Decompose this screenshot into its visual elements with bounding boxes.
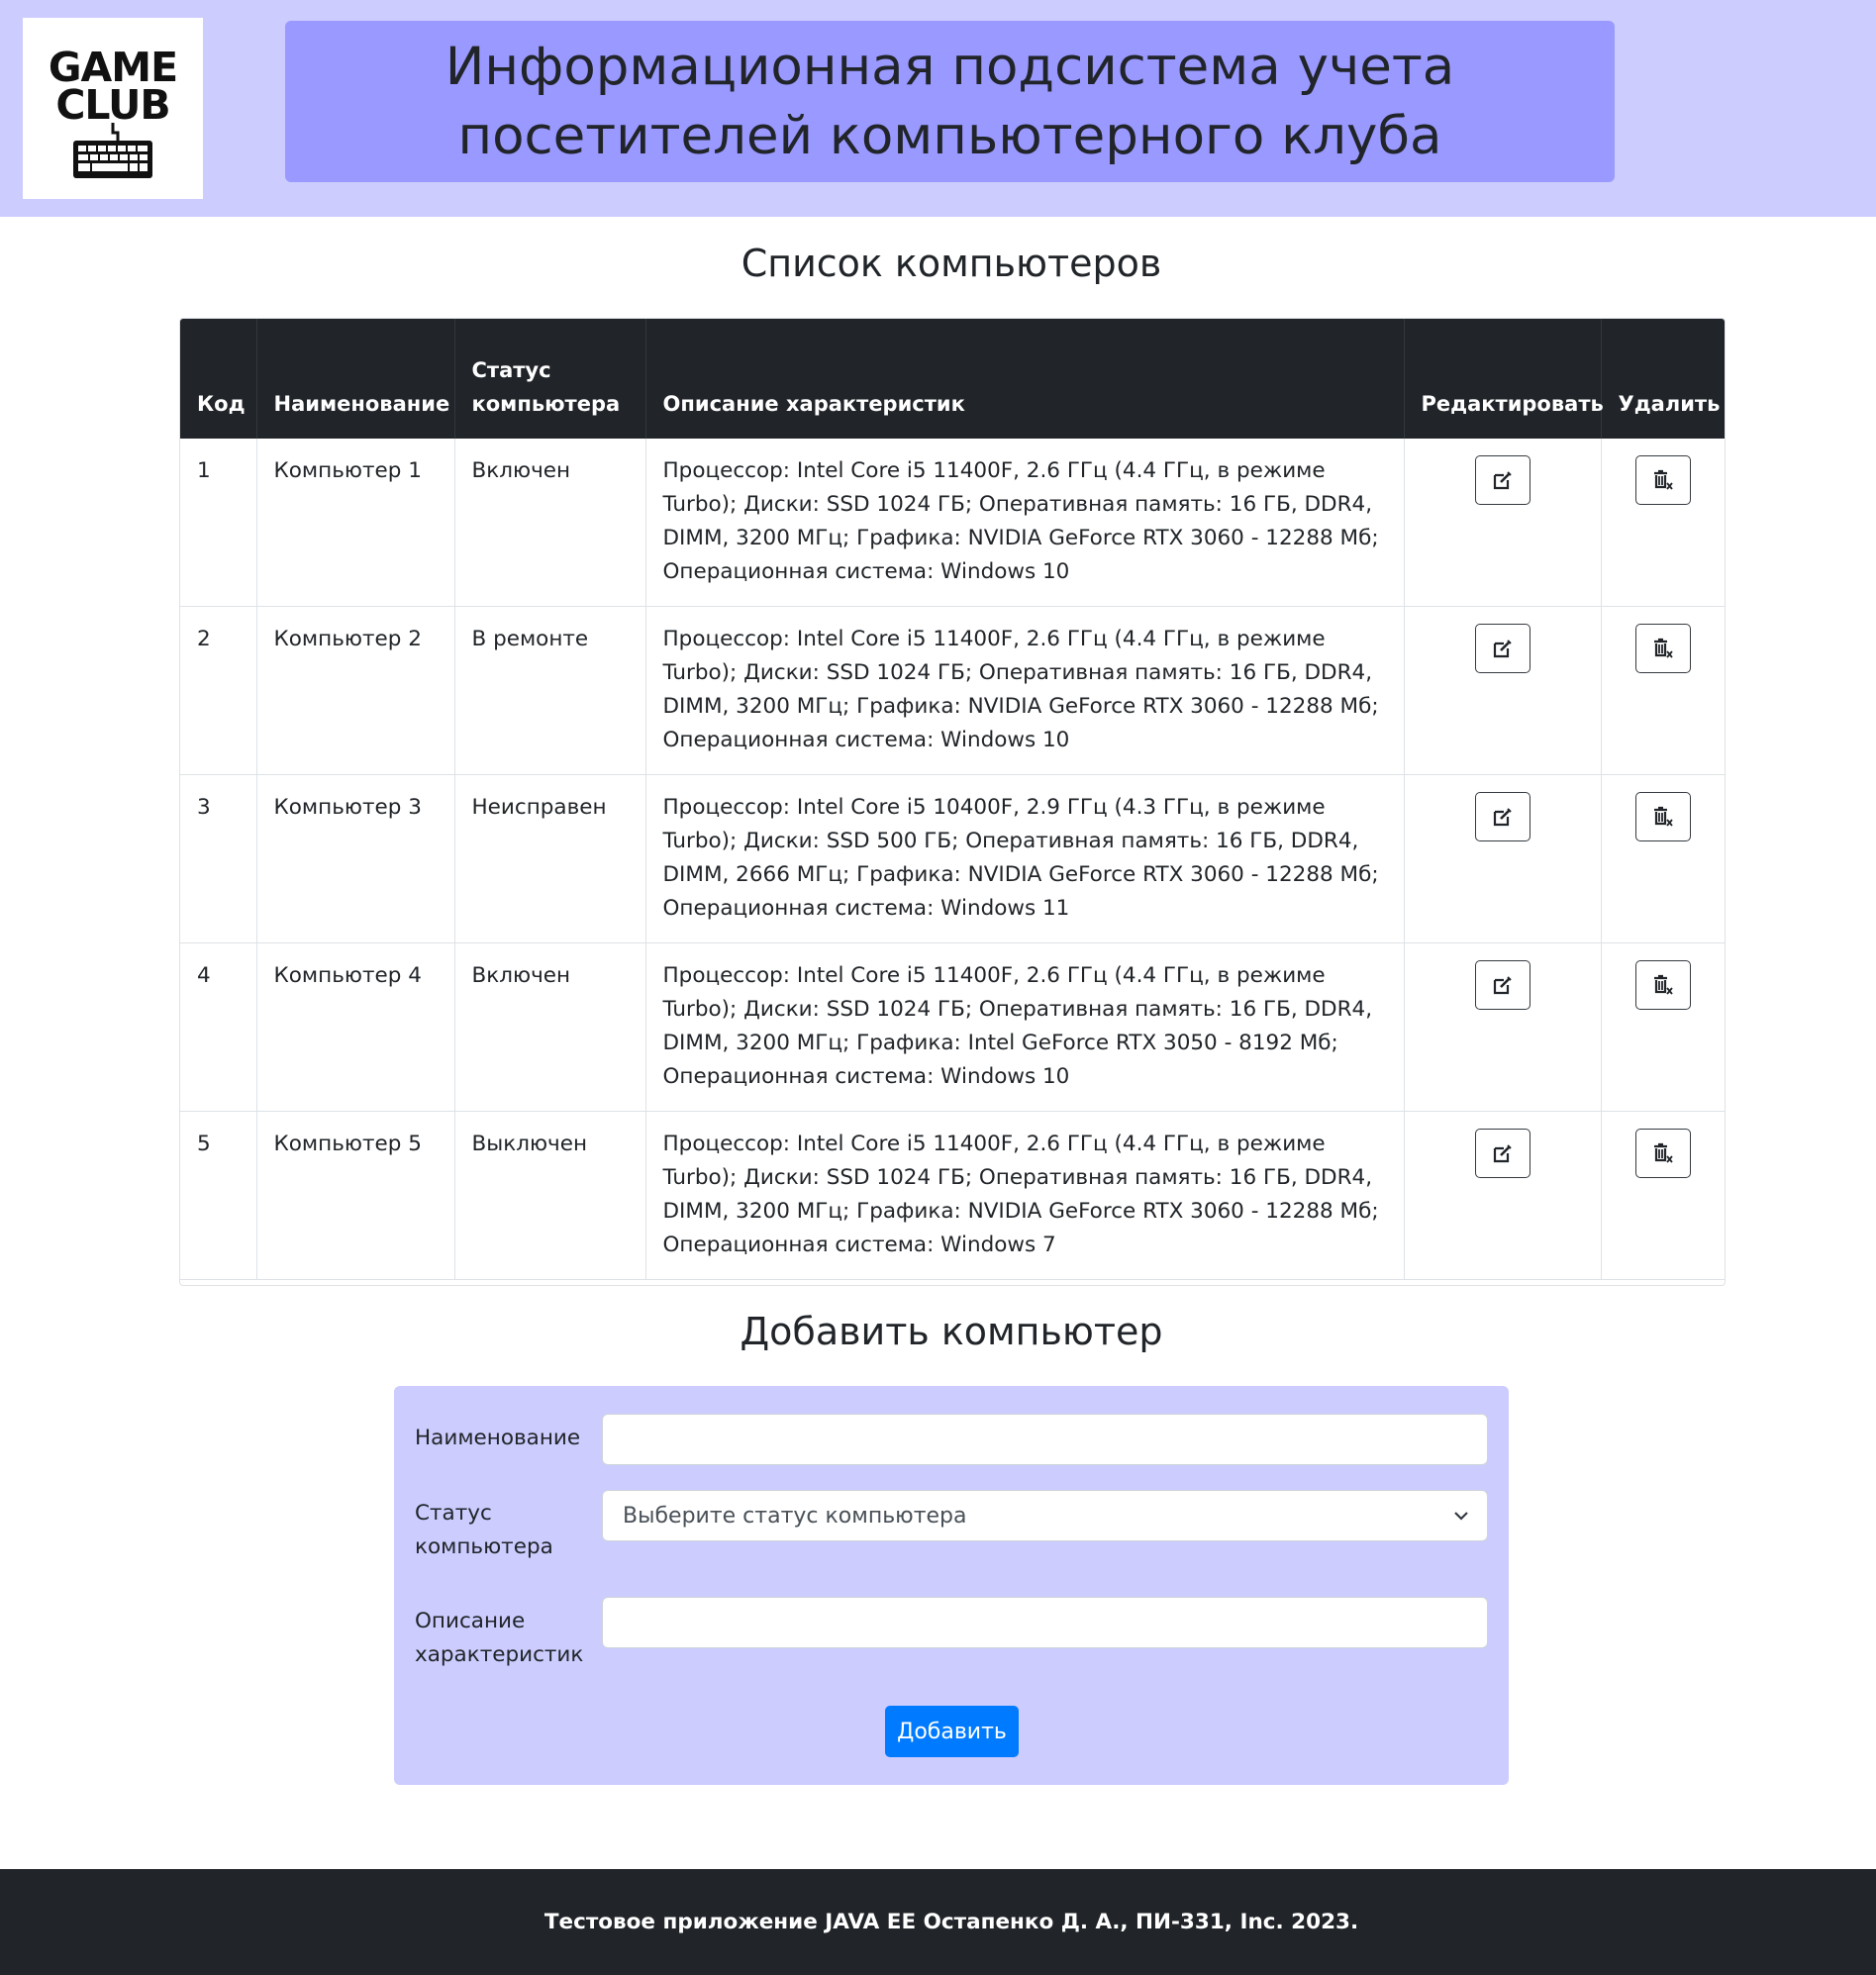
trash-icon (1653, 974, 1673, 995)
name-label: Наименование (415, 1426, 581, 1450)
logo[interactable]: GAME CLUB (23, 18, 203, 199)
description-label: Описание характеристик (415, 1609, 584, 1667)
cell-description: Процессор: Intel Core i5 11400F, 2.6 ГГц… (645, 942, 1405, 1112)
trash-icon (1653, 1142, 1673, 1163)
edit-icon (1493, 640, 1512, 658)
footer: Тестовое приложение JAVA EE Остапенко Д.… (0, 1869, 1876, 1975)
edit-button[interactable] (1474, 960, 1530, 1010)
trash-icon (1653, 469, 1673, 490)
cell-delete (1601, 774, 1725, 943)
table-row: 3 Компьютер 3 Неисправен Процессор: Inte… (180, 774, 1725, 943)
cell-edit (1404, 606, 1602, 775)
cell-name: Компьютер 4 (256, 942, 455, 1112)
add-computer-form: Наименование Статус компьютера Выберите … (394, 1386, 1509, 1785)
cell-status: Включен (454, 942, 646, 1112)
edit-icon (1493, 1144, 1512, 1163)
column-header-status: Статус компьютера (454, 319, 646, 439)
edit-icon (1493, 976, 1512, 995)
table-row: 1 Компьютер 1 Включен Процессор: Intel C… (180, 439, 1725, 607)
cell-name: Компьютер 5 (256, 1111, 455, 1280)
page-title: Информационная подсистема учета посетите… (444, 36, 1455, 166)
table-header: Код Наименование Статус компьютера Описа… (180, 319, 1725, 439)
delete-button[interactable] (1634, 455, 1691, 505)
cell-code: 2 (180, 606, 257, 775)
cell-status: Выключен (454, 1111, 646, 1280)
column-header-name: Наименование (256, 319, 455, 439)
cell-delete (1601, 606, 1725, 775)
edit-button[interactable] (1474, 455, 1530, 505)
delete-button[interactable] (1634, 792, 1691, 841)
delete-button[interactable] (1634, 624, 1691, 673)
edit-icon (1493, 471, 1512, 490)
name-input[interactable] (602, 1414, 1488, 1465)
cell-status: Включен (454, 439, 646, 607)
cell-delete (1601, 439, 1725, 607)
description-input[interactable] (602, 1597, 1488, 1648)
cell-edit (1404, 774, 1602, 943)
table-row: 2 Компьютер 2 В ремонте Процессор: Intel… (180, 606, 1725, 775)
add-computer-title: Добавить компьютер (740, 1310, 1163, 1353)
keyboard-icon (73, 123, 152, 178)
status-label: Статус компьютера (415, 1501, 553, 1559)
computers-table-container: Код Наименование Статус компьютера Описа… (179, 318, 1726, 1286)
column-header-code: Код (180, 319, 257, 439)
cell-edit (1404, 942, 1602, 1112)
cell-name: Компьютер 1 (256, 439, 455, 607)
edit-button[interactable] (1474, 1129, 1530, 1178)
cell-description: Процессор: Intel Core i5 11400F, 2.6 ГГц… (645, 1111, 1405, 1280)
cell-name: Компьютер 2 (256, 606, 455, 775)
cell-code: 3 (180, 774, 257, 943)
computers-table: Код Наименование Статус компьютера Описа… (180, 319, 1725, 1280)
computers-list-title: Список компьютеров (741, 242, 1162, 285)
column-header-edit: Редактировать (1404, 319, 1604, 439)
delete-button[interactable] (1634, 960, 1691, 1010)
chevron-down-icon (1454, 1512, 1468, 1521)
cell-code: 4 (180, 942, 257, 1112)
header: GAME CLUB Информационная подсистема учет… (0, 0, 1876, 217)
cell-description: Процессор: Intel Core i5 11400F, 2.6 ГГц… (645, 439, 1405, 607)
edit-icon (1493, 808, 1512, 827)
trash-icon (1653, 806, 1673, 827)
cell-status: В ремонте (454, 606, 646, 775)
cell-description: Процессор: Intel Core i5 10400F, 2.9 ГГц… (645, 774, 1405, 943)
cell-description: Процессор: Intel Core i5 11400F, 2.6 ГГц… (645, 606, 1405, 775)
cell-edit (1404, 1111, 1602, 1280)
cell-delete (1601, 1111, 1725, 1280)
delete-button[interactable] (1634, 1129, 1691, 1178)
cell-edit (1404, 439, 1602, 607)
table-row: 5 Компьютер 5 Выключен Процессор: Intel … (180, 1111, 1725, 1280)
cell-status: Неисправен (454, 774, 646, 943)
page-title-banner: Информационная подсистема учета посетите… (285, 21, 1615, 182)
cell-code: 1 (180, 439, 257, 607)
trash-icon (1653, 638, 1673, 658)
footer-text: Тестовое приложение JAVA EE Остапенко Д.… (543, 1910, 1359, 1934)
status-select-value: Выберите статус компьютера (623, 1503, 967, 1529)
logo-text-line2: CLUB (55, 81, 170, 129)
cell-delete (1601, 942, 1725, 1112)
table-row: 4 Компьютер 4 Включен Процессор: Intel C… (180, 942, 1725, 1112)
column-header-description: Описание характеристик (645, 319, 1405, 439)
edit-button[interactable] (1474, 792, 1530, 841)
status-select[interactable]: Выберите статус компьютера (602, 1490, 1488, 1541)
cell-code: 5 (180, 1111, 257, 1280)
cell-name: Компьютер 3 (256, 774, 455, 943)
add-button[interactable]: Добавить (885, 1706, 1019, 1757)
edit-button[interactable] (1474, 624, 1530, 673)
column-header-delete: Удалить (1601, 319, 1725, 439)
